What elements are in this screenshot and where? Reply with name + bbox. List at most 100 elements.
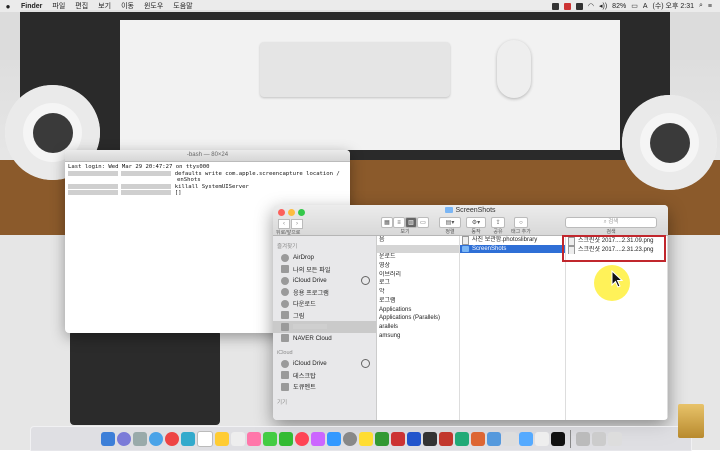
documents-stack-icon[interactable]: [591, 432, 606, 446]
desktop-folder-icon[interactable]: [678, 400, 708, 440]
list-item[interactable]: [377, 244, 459, 254]
chrome-dock-icon[interactable]: [164, 432, 179, 446]
facetime-dock-icon[interactable]: [278, 432, 293, 446]
sidebar-item-applications[interactable]: 응용 프로그램: [273, 287, 376, 299]
app-dock-icon[interactable]: [390, 432, 405, 446]
list-item[interactable]: 이브러리: [377, 271, 459, 280]
column-view-button[interactable]: ▥: [405, 217, 417, 228]
list-item[interactable]: 음: [377, 236, 459, 245]
share-icon[interactable]: ⇪: [491, 217, 505, 228]
system-preferences-dock-icon[interactable]: [342, 432, 357, 446]
menu-window[interactable]: 윈도우: [139, 1, 168, 11]
podcasts-dock-icon[interactable]: [310, 432, 325, 446]
menu-view[interactable]: 보기: [93, 1, 116, 11]
launchpad-dock-icon[interactable]: [132, 432, 147, 446]
icon-view-button[interactable]: ▦: [381, 217, 393, 228]
redacted-prompt: [68, 183, 118, 189]
sidebar-item-all-files[interactable]: 나의 모든 파일: [273, 264, 376, 276]
sidebar-item-pictures[interactable]: 그림: [273, 310, 376, 322]
search-input[interactable]: ⌕ 검색: [565, 217, 657, 228]
sidebar-item-documents[interactable]: 도큐멘트: [273, 381, 376, 393]
wifi-icon[interactable]: ◠: [588, 2, 594, 10]
menu-edit[interactable]: 편집: [70, 1, 93, 11]
column-home: 음 운로드 영상 이브러리 로그 악 로그램 Applications Appl…: [377, 236, 460, 420]
sidebar-item-icloud-drive[interactable]: iCloud Drive: [273, 275, 376, 287]
list-view-button[interactable]: ≡: [393, 217, 405, 228]
action-gear-icon[interactable]: ⚙▾: [466, 217, 486, 228]
terminal-dock-icon[interactable]: [550, 432, 565, 446]
list-item[interactable]: Applications: [377, 306, 459, 315]
word-dock-icon[interactable]: [406, 432, 421, 446]
stack-icon[interactable]: [607, 432, 622, 446]
status-app-icon-2[interactable]: [575, 2, 583, 10]
photos-dock-icon[interactable]: [246, 432, 261, 446]
menu-help[interactable]: 도움말: [168, 1, 197, 11]
list-item[interactable]: 로그: [377, 279, 459, 288]
list-item[interactable]: amsung: [377, 332, 459, 341]
list-item-screenshots-folder[interactable]: ScreenShots: [460, 244, 565, 254]
tag-icon[interactable]: ○: [513, 217, 528, 228]
redacted-prompt: [121, 183, 172, 189]
forward-button[interactable]: ›: [291, 219, 303, 229]
sidebar-item-naver-cloud[interactable]: NAVER Cloud: [273, 333, 376, 345]
preview-dock-icon[interactable]: [486, 432, 501, 446]
list-item[interactable]: 운로드: [377, 253, 459, 262]
menu-go[interactable]: 이동: [116, 1, 139, 11]
mouse-pointer-icon: [611, 270, 623, 288]
sidebar-item-downloads[interactable]: 다운로드: [273, 298, 376, 310]
list-item[interactable]: 악: [377, 288, 459, 297]
status-area: ◠ ◂)) 82% ▭ A (수) 오후 2:31 ⌕ ≡: [551, 1, 720, 11]
calendar-dock-icon[interactable]: [196, 431, 213, 447]
list-item[interactable]: arallels: [377, 323, 459, 332]
arrange-button[interactable]: ▤▾: [439, 217, 461, 228]
sidebar-item-airdrop[interactable]: AirDrop: [273, 252, 376, 264]
status-app-icon[interactable]: [551, 2, 559, 10]
excel-dock-icon[interactable]: [454, 432, 469, 446]
messages-dock-icon[interactable]: [262, 432, 277, 446]
powerpoint-dock-icon[interactable]: [470, 432, 485, 446]
list-item[interactable]: 영상: [377, 262, 459, 271]
evernote-dock-icon[interactable]: [374, 432, 389, 446]
safari-dock-icon[interactable]: [148, 432, 163, 446]
icloud-dock-icon[interactable]: [518, 432, 533, 446]
downloads-stack-icon[interactable]: [575, 432, 590, 446]
kakaotalk-dock-icon[interactable]: [358, 432, 373, 446]
finder-sidebar: 즐겨찾기 AirDrop 나의 모든 파일 iCloud Drive 응용 프로…: [273, 236, 377, 420]
menu-app-name[interactable]: Finder: [16, 3, 47, 10]
record-icon[interactable]: [563, 2, 571, 10]
music-dock-icon[interactable]: [294, 432, 309, 446]
redacted-username: [293, 324, 327, 330]
tag-group: ○ 태그 추가: [511, 217, 531, 235]
list-item[interactable]: Applications (Parallels): [377, 314, 459, 323]
notes-dock-icon[interactable]: [214, 432, 229, 446]
arrange-label: 정렬: [445, 229, 455, 235]
list-item[interactable]: 로그램: [377, 297, 459, 306]
app-dock-icon[interactable]: [502, 432, 517, 446]
desktop-icon: [281, 371, 289, 380]
siri-dock-icon[interactable]: [116, 432, 131, 446]
back-button[interactable]: ‹: [278, 219, 290, 229]
volume-icon[interactable]: ◂)): [599, 2, 607, 10]
reminders-dock-icon[interactable]: [230, 432, 245, 446]
parallels-dock-icon[interactable]: [438, 432, 453, 446]
mail-dock-icon[interactable]: [180, 432, 195, 446]
finder-dock-icon[interactable]: [100, 432, 115, 446]
gallery-view-button[interactable]: ▭: [417, 217, 429, 228]
list-item-photos-library[interactable]: 사진 보관함.photoslibrary: [460, 236, 565, 245]
input-method-indicator[interactable]: A: [643, 3, 648, 10]
sidebar-item-desktop[interactable]: 데스크탑: [273, 370, 376, 382]
sidebar-item-icloud-drive-2[interactable]: iCloud Drive: [273, 358, 376, 370]
apple-menu-icon[interactable]: ●: [0, 2, 16, 11]
battery-percent[interactable]: 82%: [612, 3, 626, 10]
notification-center-icon[interactable]: ≡: [708, 3, 712, 10]
terminal-content[interactable]: Last login: Wed Mar 29 20:47:27 on ttys0…: [65, 162, 350, 199]
battery-icon[interactable]: ▭: [631, 2, 638, 10]
sidebar-item-home[interactable]: [273, 321, 376, 333]
spotlight-icon[interactable]: ⌕: [699, 2, 703, 10]
highlight-box: [562, 235, 666, 262]
menubar-clock[interactable]: (수) 오후 2:31: [652, 1, 694, 11]
app-store-dock-icon[interactable]: [326, 432, 341, 446]
app-dock-icon[interactable]: [534, 432, 549, 446]
menu-file[interactable]: 파일: [47, 1, 70, 11]
app-dock-icon[interactable]: [422, 432, 437, 446]
